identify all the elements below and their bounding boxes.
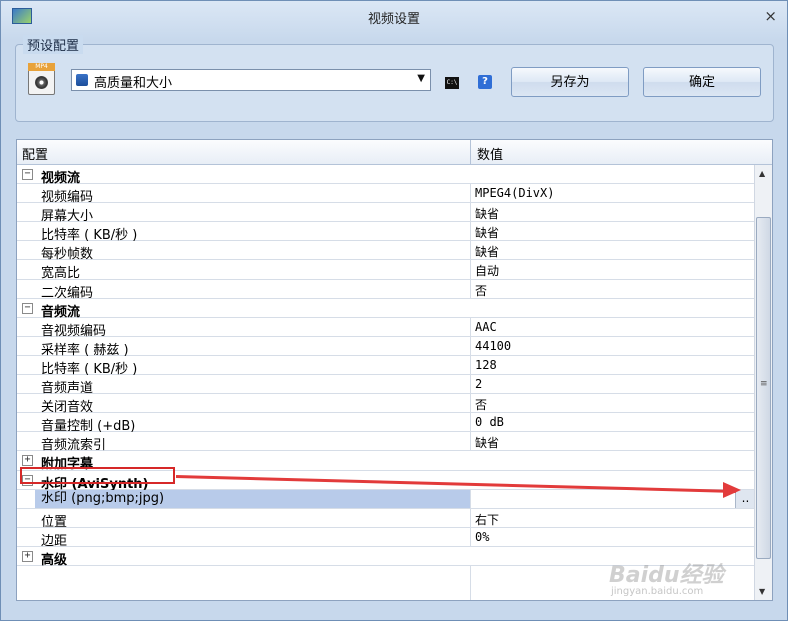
property-value[interactable]: 44100 (475, 339, 511, 353)
vertical-scrollbar[interactable]: ▲ ≡ ▼ (754, 165, 772, 600)
preset-group-label: 预设配置 (23, 35, 84, 54)
property-row[interactable]: 视频编码 MPEG4(DivX) (17, 184, 754, 205)
property-value[interactable]: 0 dB (475, 415, 504, 429)
property-value[interactable]: MPEG4(DivX) (475, 186, 554, 200)
expand-icon[interactable]: + (22, 455, 33, 467)
annotation-arrow-head (723, 482, 741, 498)
command-prompt-icon[interactable]: C:\ (445, 77, 459, 89)
title-bar: 视频设置 × (1, 1, 787, 31)
property-value[interactable]: AAC (475, 320, 497, 334)
ok-button[interactable]: 确定 (643, 67, 761, 97)
property-row[interactable]: 每秒帧数 缺省 (17, 241, 754, 262)
property-row[interactable]: 宽高比 自动 (17, 260, 754, 281)
disc-icon (35, 76, 48, 89)
property-value[interactable]: 缺省 (475, 434, 499, 451)
watermark-logo: Baidu经验 (609, 563, 724, 588)
property-value[interactable]: 缺省 (475, 243, 499, 260)
preset-select[interactable]: 高质量和大小 ▼ (71, 69, 431, 91)
property-value[interactable]: 0% (475, 530, 489, 544)
window-title: 视频设置 (367, 12, 420, 27)
watermark-path-field[interactable] (471, 489, 735, 508)
column-header-value[interactable]: 数值 (477, 144, 503, 163)
collapse-icon[interactable]: − (22, 302, 33, 314)
property-row[interactable]: 屏幕大小 缺省 (17, 203, 754, 224)
property-value[interactable]: 缺省 (475, 224, 499, 241)
column-separator[interactable] (470, 140, 471, 164)
grid-rows: − 视频流 视频编码 MPEG4(DivX) 屏幕大小 缺省 比特率 ( KB/秒 ) 缺省每… (17, 165, 755, 568)
property-value[interactable]: 128 (475, 358, 497, 372)
property-row[interactable]: 比特率 ( KB/秒 ) 128 (17, 355, 754, 377)
property-value[interactable]: 否 (475, 282, 487, 299)
property-value[interactable]: 2 (475, 377, 482, 391)
property-row[interactable]: 音频声道 2 (17, 375, 754, 396)
property-row[interactable]: 音视频编码 AAC (17, 317, 754, 339)
video-settings-dialog: 视频设置 × 预设配置 MP4 高质量和大小 ▼ C:\ ? 另存为 确定 配置… (0, 0, 788, 621)
scroll-down-icon[interactable]: ▼ (759, 587, 765, 596)
property-row[interactable]: 关闭音效否 (17, 394, 754, 415)
collapse-icon[interactable]: − (22, 169, 33, 180)
category-row[interactable]: − 视频流 (17, 165, 754, 186)
property-row[interactable]: 水印 (png;bmp;jpg).. (17, 489, 755, 509)
preset-item-icon (76, 74, 88, 86)
preset-select-value: 高质量和大小 (94, 76, 173, 91)
property-row[interactable]: 音量控制 (+dB) 0 dB (17, 413, 754, 434)
property-row[interactable]: 二次编码否 (17, 279, 754, 301)
property-row[interactable]: 边距 0% (17, 527, 754, 549)
property-row[interactable]: 采样率 ( 赫兹 ) 44100 (17, 336, 754, 358)
save-as-button[interactable]: 另存为 (511, 67, 629, 97)
watermark-url: jingyan.baidu.com (611, 586, 704, 597)
expand-icon[interactable]: + (22, 550, 33, 562)
annotation-highlight-box (20, 467, 175, 484)
scroll-up-icon[interactable]: ▲ (759, 169, 765, 178)
property-value[interactable]: 否 (475, 396, 487, 413)
property-row[interactable]: 音频流索引 缺省 (17, 432, 754, 453)
property-value[interactable]: 缺省 (475, 205, 499, 222)
property-value[interactable]: 右下 (475, 511, 499, 528)
property-value[interactable]: 自动 (475, 262, 499, 279)
close-icon[interactable]: × (764, 7, 777, 25)
property-row[interactable]: 位置 右下 (17, 508, 754, 530)
mp4-file-icon: MP4 (28, 63, 55, 95)
mp4-tag: MP4 (28, 63, 55, 71)
property-name: 水印 (png;bmp;jpg) (35, 489, 471, 508)
grip-icon: ≡ (760, 379, 768, 389)
property-grid: 配置 数值 − 视频流 视频编码 MPEG4(DivX) 屏幕大小 缺省 比特率 ( KB/… (16, 139, 773, 601)
scrollbar-thumb[interactable]: ≡ (756, 217, 771, 559)
grid-header: 配置 数值 (17, 140, 772, 165)
help-icon[interactable]: ? (478, 75, 492, 89)
column-header-config[interactable]: 配置 (22, 144, 48, 163)
category-row[interactable]: − 音频流 (17, 299, 754, 320)
chevron-down-icon[interactable]: ▼ (417, 73, 425, 84)
property-row[interactable]: 比特率 ( KB/秒 ) 缺省 (17, 222, 754, 243)
